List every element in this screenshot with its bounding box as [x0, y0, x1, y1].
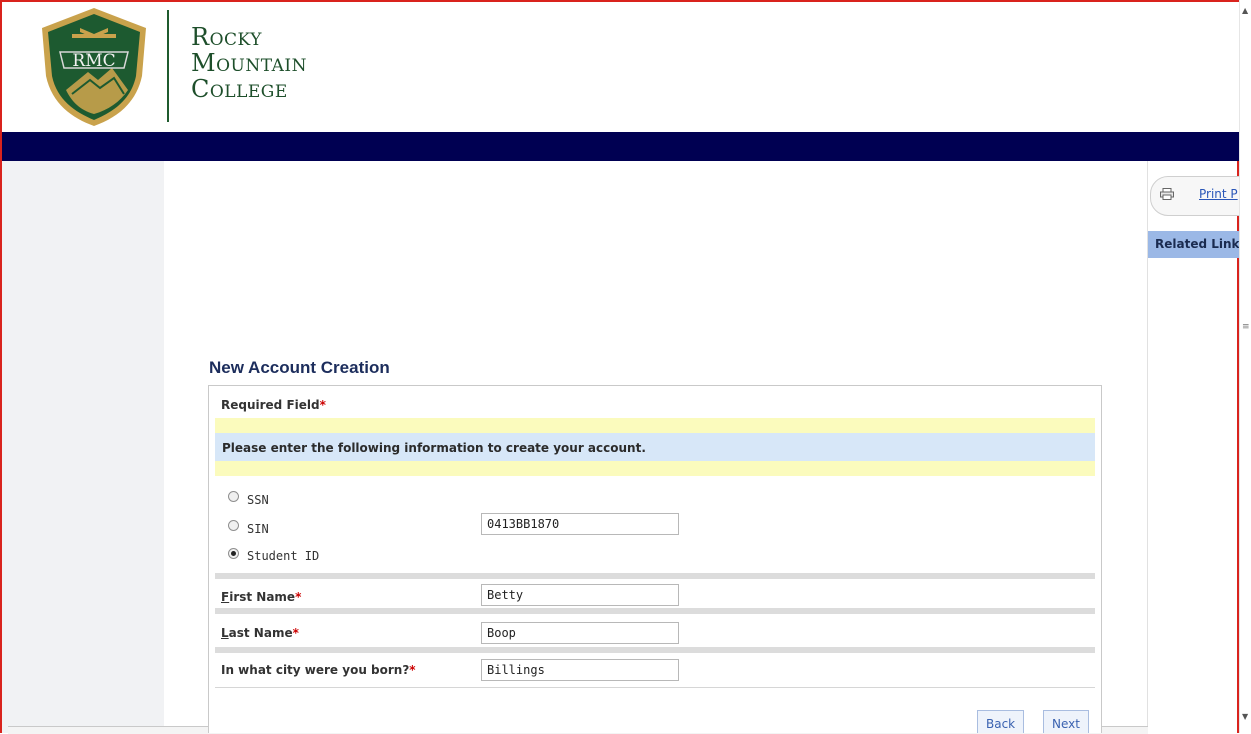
last-name-input[interactable] — [481, 622, 679, 644]
college-name[interactable]: Rocky Mountain College — [191, 24, 307, 102]
last-name-required-star: * — [292, 626, 299, 640]
required-star: * — [319, 398, 326, 412]
next-button[interactable]: Next — [1043, 710, 1089, 733]
left-gutter — [2, 161, 164, 733]
required-field-note: Required Field* — [221, 398, 326, 412]
ssn-label: SSN — [247, 493, 269, 507]
college-name-line-3: College — [191, 75, 288, 103]
highlight-band-top — [215, 418, 1095, 433]
site-header: RMC Rocky Mountain College — [2, 2, 1239, 132]
sin-radio[interactable] — [228, 520, 239, 531]
scroll-down-arrow-icon[interactable]: ▼ — [1242, 712, 1248, 721]
college-name-line-2: Mountain — [191, 49, 307, 77]
student-id-label: Student ID — [247, 549, 320, 563]
nav-bar — [2, 132, 1239, 161]
required-field-label: Required Field — [221, 398, 320, 412]
highlight-band-bottom — [215, 461, 1095, 476]
sin-label: SIN — [247, 522, 269, 536]
first-name-access-key: F — [221, 590, 230, 604]
page-title: New Account Creation — [209, 358, 390, 377]
first-name-label-text: irst Name — [229, 590, 296, 604]
last-name-label: Last Name* — [221, 626, 299, 640]
printer-icon[interactable] — [1160, 188, 1174, 200]
back-button[interactable]: Back — [977, 710, 1025, 733]
last-name-access-key: L — [221, 626, 229, 640]
birth-city-label-text: In what city were you born? — [221, 663, 410, 677]
vertical-scrollbar[interactable] — [1239, 0, 1251, 733]
instructions-text: Please enter the following information t… — [222, 441, 646, 455]
ssn-radio[interactable] — [228, 491, 239, 502]
section-separator — [215, 647, 1095, 653]
birth-city-required-star: * — [409, 663, 416, 677]
print-page-link[interactable]: Print P — [1199, 187, 1238, 201]
section-separator — [215, 608, 1095, 614]
last-name-label-text: ast Name — [228, 626, 293, 640]
rmc-shield-logo[interactable]: RMC — [36, 6, 152, 128]
related-links-header: Related Link — [1148, 231, 1239, 258]
first-name-label: First Name* — [221, 590, 301, 604]
id-number-input[interactable] — [481, 513, 679, 535]
scroll-up-arrow-icon[interactable]: ▲ — [1242, 6, 1248, 15]
scroll-grip-icon[interactable]: ≡ — [1242, 322, 1250, 332]
first-name-input[interactable] — [481, 584, 679, 606]
birth-city-label: In what city were you born?* — [221, 663, 416, 677]
form-bottom-divider — [215, 687, 1095, 688]
student-id-radio[interactable] — [228, 548, 239, 559]
header-divider — [167, 10, 169, 122]
section-separator — [215, 573, 1095, 579]
college-name-line-1: Rocky — [191, 23, 262, 51]
birth-city-input[interactable] — [481, 659, 679, 681]
first-name-required-star: * — [295, 590, 302, 604]
logo-text: RMC — [72, 51, 115, 71]
